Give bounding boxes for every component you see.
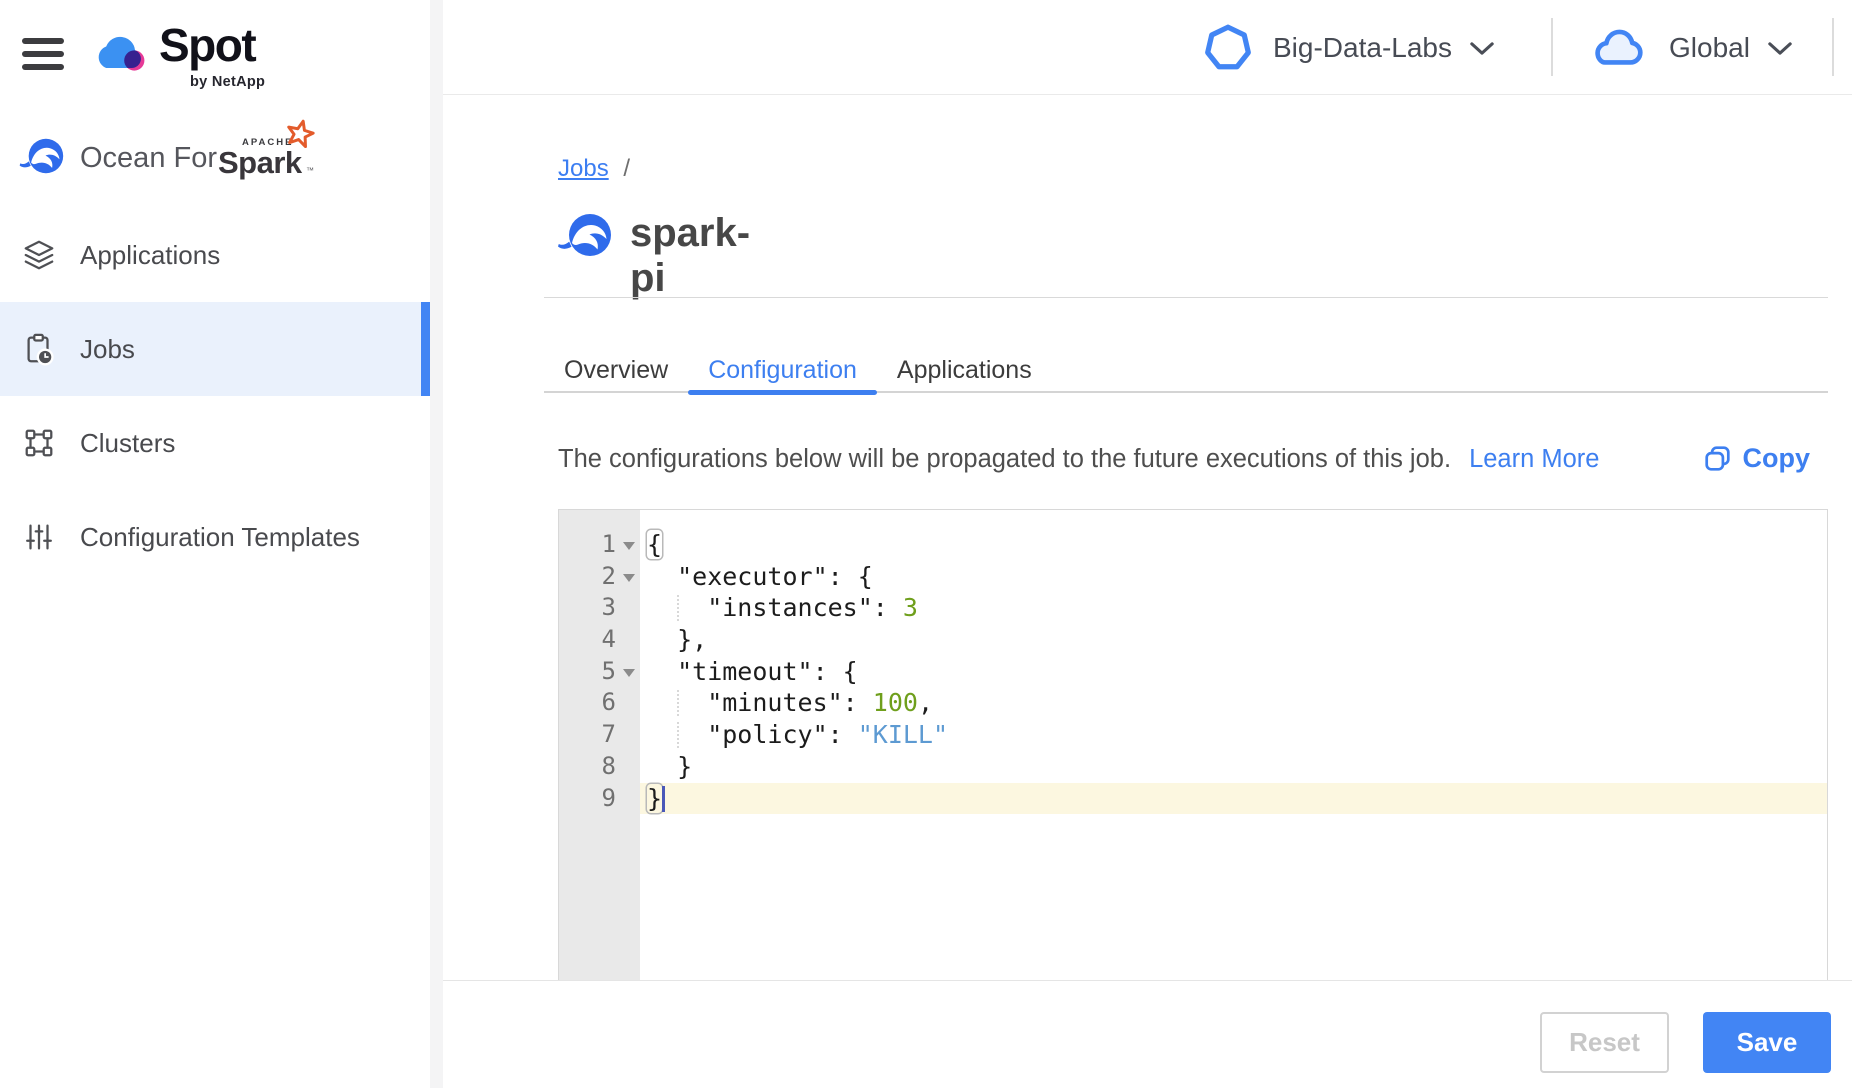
code-token: { bbox=[647, 530, 662, 559]
header-divider bbox=[1551, 18, 1553, 76]
tab-overview[interactable]: Overview bbox=[558, 349, 688, 391]
fold-arrow-icon[interactable] bbox=[623, 542, 635, 550]
fold-arrow-icon[interactable] bbox=[623, 574, 635, 582]
editor-gutter: 123456789 bbox=[559, 510, 640, 980]
chevron-down-icon bbox=[1768, 41, 1792, 56]
tab-configuration[interactable]: Configuration bbox=[688, 349, 877, 391]
code-token: "instances": bbox=[647, 593, 903, 622]
gutter-line-number-8: 8 bbox=[559, 751, 640, 783]
layers-icon bbox=[22, 238, 56, 272]
top-header: Big-Data-Labs Global bbox=[443, 0, 1852, 95]
gutter-line-number-5: 5 bbox=[559, 656, 640, 688]
sidebar-item-label: Clusters bbox=[80, 428, 175, 459]
learn-more-link[interactable]: Learn More bbox=[1469, 445, 1599, 473]
main-area: Big-Data-Labs Global Jobs / bbox=[443, 0, 1852, 1088]
breadcrumb-separator: / bbox=[623, 155, 630, 182]
gutter-line-number-6: 6 bbox=[559, 687, 640, 719]
org-name-label: Big-Data-Labs bbox=[1273, 32, 1452, 64]
code-token: } bbox=[647, 784, 662, 813]
spot-byline: by NetApp bbox=[190, 74, 265, 90]
gutter-line-number-3: 3 bbox=[559, 592, 640, 624]
clusters-icon bbox=[22, 426, 56, 460]
sidebar-item-label: Jobs bbox=[80, 334, 135, 365]
copy-icon bbox=[1704, 445, 1731, 472]
code-token: } bbox=[647, 752, 692, 781]
region-switcher[interactable]: Global bbox=[1589, 20, 1792, 76]
code-line-4: }, bbox=[640, 624, 1827, 656]
code-token-number: 100 bbox=[873, 688, 918, 717]
active-item-indicator bbox=[421, 302, 430, 396]
page-title: spark-pi bbox=[630, 211, 750, 301]
footer-divider bbox=[430, 980, 1852, 981]
code-line-1: { bbox=[640, 529, 1827, 561]
spark-trademark: ™ bbox=[306, 166, 314, 175]
code-line-3: "instances": 3 bbox=[640, 592, 1827, 624]
header-divider bbox=[1832, 18, 1834, 76]
sidebar: Spot by NetApp Ocean For APACHE Spark ™ … bbox=[0, 0, 430, 1088]
sidebar-scrollbar-track[interactable] bbox=[430, 0, 443, 1088]
gutter-line-number-7: 7 bbox=[559, 719, 640, 751]
gutter-line-number-2: 2 bbox=[559, 561, 640, 593]
cloud-icon bbox=[1589, 26, 1649, 70]
gutter-line-number-9: 9 bbox=[559, 783, 640, 815]
code-token: "timeout": { bbox=[647, 657, 858, 686]
sidebar-item-jobs[interactable]: Jobs bbox=[0, 302, 430, 396]
region-name-label: Global bbox=[1669, 32, 1750, 64]
editor-code[interactable]: { "executor": { "instances": 3 }, "timeo… bbox=[640, 510, 1827, 814]
gutter-line-number-4: 4 bbox=[559, 624, 640, 656]
gutter-line-number-1: 1 bbox=[559, 529, 640, 561]
breadcrumb: Jobs / bbox=[558, 155, 630, 183]
heptagon-icon bbox=[1203, 23, 1253, 73]
code-line-2: "executor": { bbox=[640, 561, 1827, 593]
spot-wordmark: Spot bbox=[159, 18, 255, 72]
tab-bar: OverviewConfigurationApplications bbox=[544, 349, 1828, 393]
ocean-wave-icon bbox=[18, 136, 64, 176]
copy-label: Copy bbox=[1743, 443, 1811, 474]
code-token-string: "KILL" bbox=[858, 720, 948, 749]
code-token: "executor": { bbox=[647, 562, 873, 591]
sidebar-nav: Applications Jobs Clusters Configuration Te… bbox=[0, 208, 430, 584]
hamburger-menu-icon[interactable] bbox=[22, 38, 64, 71]
configuration-description: The configurations below will be propaga… bbox=[558, 445, 1451, 473]
title-divider bbox=[544, 297, 1828, 298]
spot-logo[interactable]: Spot by NetApp bbox=[93, 22, 313, 94]
code-token-number: 3 bbox=[903, 593, 918, 622]
code-token: , bbox=[918, 688, 933, 717]
sidebar-item-clusters[interactable]: Clusters bbox=[0, 396, 430, 490]
breadcrumb-jobs-link[interactable]: Jobs bbox=[558, 155, 609, 182]
chevron-down-icon bbox=[1470, 41, 1494, 56]
apache-spark-logo: APACHE Spark ™ bbox=[218, 120, 328, 176]
ocean-for-label: Ocean For bbox=[80, 142, 217, 175]
sidebar-item-label: Applications bbox=[80, 240, 220, 271]
sidebar-item-applications[interactable]: Applications bbox=[0, 208, 430, 302]
save-button[interactable]: Save bbox=[1703, 1012, 1831, 1073]
code-token: "minutes": bbox=[647, 688, 873, 717]
ocean-for-spark-header[interactable]: Ocean For APACHE Spark ™ bbox=[18, 118, 348, 178]
sidebar-item-label: Configuration Templates bbox=[80, 522, 360, 553]
ocean-wave-icon bbox=[556, 211, 612, 259]
sidebar-item-configuration-templates[interactable]: Configuration Templates bbox=[0, 490, 430, 584]
code-line-6: "minutes": 100, bbox=[640, 687, 1827, 719]
copy-button[interactable]: Copy bbox=[1704, 443, 1811, 474]
code-token: "policy": bbox=[647, 720, 858, 749]
page-content: Jobs / spark-pi OverviewConfigurationApp… bbox=[558, 95, 1828, 1088]
configuration-description-row: The configurations below will be propaga… bbox=[558, 445, 1828, 479]
code-line-5: "timeout": { bbox=[640, 656, 1827, 688]
fold-arrow-icon[interactable] bbox=[623, 669, 635, 677]
sliders-icon bbox=[22, 520, 56, 554]
tab-applications[interactable]: Applications bbox=[877, 349, 1052, 391]
code-line-9: } bbox=[640, 783, 1827, 815]
code-token: }, bbox=[647, 625, 707, 654]
code-line-8: } bbox=[640, 751, 1827, 783]
jobs-clipboard-icon bbox=[22, 332, 56, 366]
spark-label: Spark bbox=[218, 145, 302, 181]
reset-button[interactable]: Reset bbox=[1540, 1012, 1669, 1073]
org-switcher[interactable]: Big-Data-Labs bbox=[1203, 20, 1494, 76]
code-line-7: "policy": "KILL" bbox=[640, 719, 1827, 751]
spot-cloud-icon bbox=[93, 30, 151, 76]
json-configuration-editor[interactable]: 123456789 { "executor": { "instances": 3… bbox=[558, 509, 1828, 980]
text-cursor bbox=[662, 786, 665, 812]
